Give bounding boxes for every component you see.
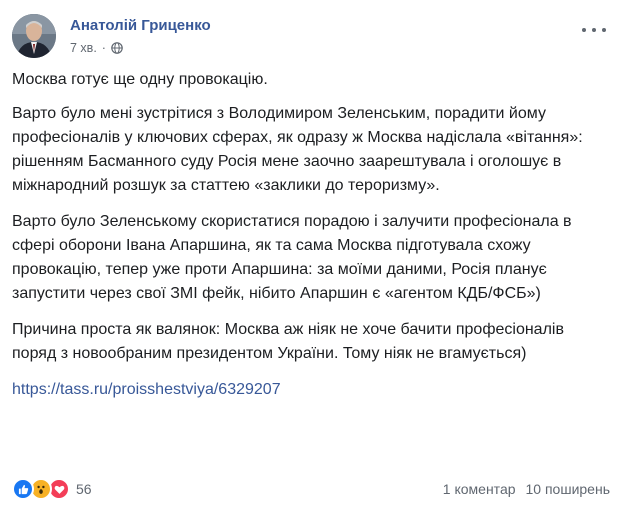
post-paragraph: Варто було мені зустрітися з Володимиром… [12, 105, 583, 194]
post-paragraph: Варто було Зеленському скористатися пора… [12, 213, 572, 302]
more-dot-icon [592, 28, 596, 32]
like-icon [12, 478, 34, 500]
meta-separator: · [101, 41, 106, 55]
post-link[interactable]: https://tass.ru/proisshestviya/6329207 [12, 381, 281, 398]
facebook-post: Анатолій Гриценко 7 хв. · Москва готує щ… [0, 0, 622, 516]
post-meta: 7 хв. · [70, 41, 123, 55]
author-name[interactable]: Анатолій Гриценко [70, 17, 211, 34]
more-options-button[interactable] [582, 24, 606, 36]
more-dot-icon [602, 28, 606, 32]
shares-count[interactable]: 10 поширень [526, 481, 610, 497]
globe-icon[interactable] [111, 42, 123, 54]
post-time[interactable]: 7 хв. [70, 41, 97, 55]
reactions-summary[interactable] [12, 478, 70, 500]
reaction-count[interactable]: 56 [76, 481, 92, 497]
post-content: Москва готує ще одну провокацію. Варто б… [12, 68, 608, 414]
post-paragraph: Причина проста як валянок: Москва аж нія… [12, 321, 564, 362]
post-footer: 56 1 коментар 10 поширень [12, 477, 610, 501]
more-dot-icon [582, 28, 586, 32]
post-paragraph: Москва готує ще одну провокацію. [12, 71, 268, 88]
avatar-photo [12, 14, 56, 58]
avatar[interactable] [12, 14, 56, 58]
comments-count[interactable]: 1 коментар [443, 481, 516, 497]
post-header: Анатолій Гриценко 7 хв. · [12, 12, 610, 60]
